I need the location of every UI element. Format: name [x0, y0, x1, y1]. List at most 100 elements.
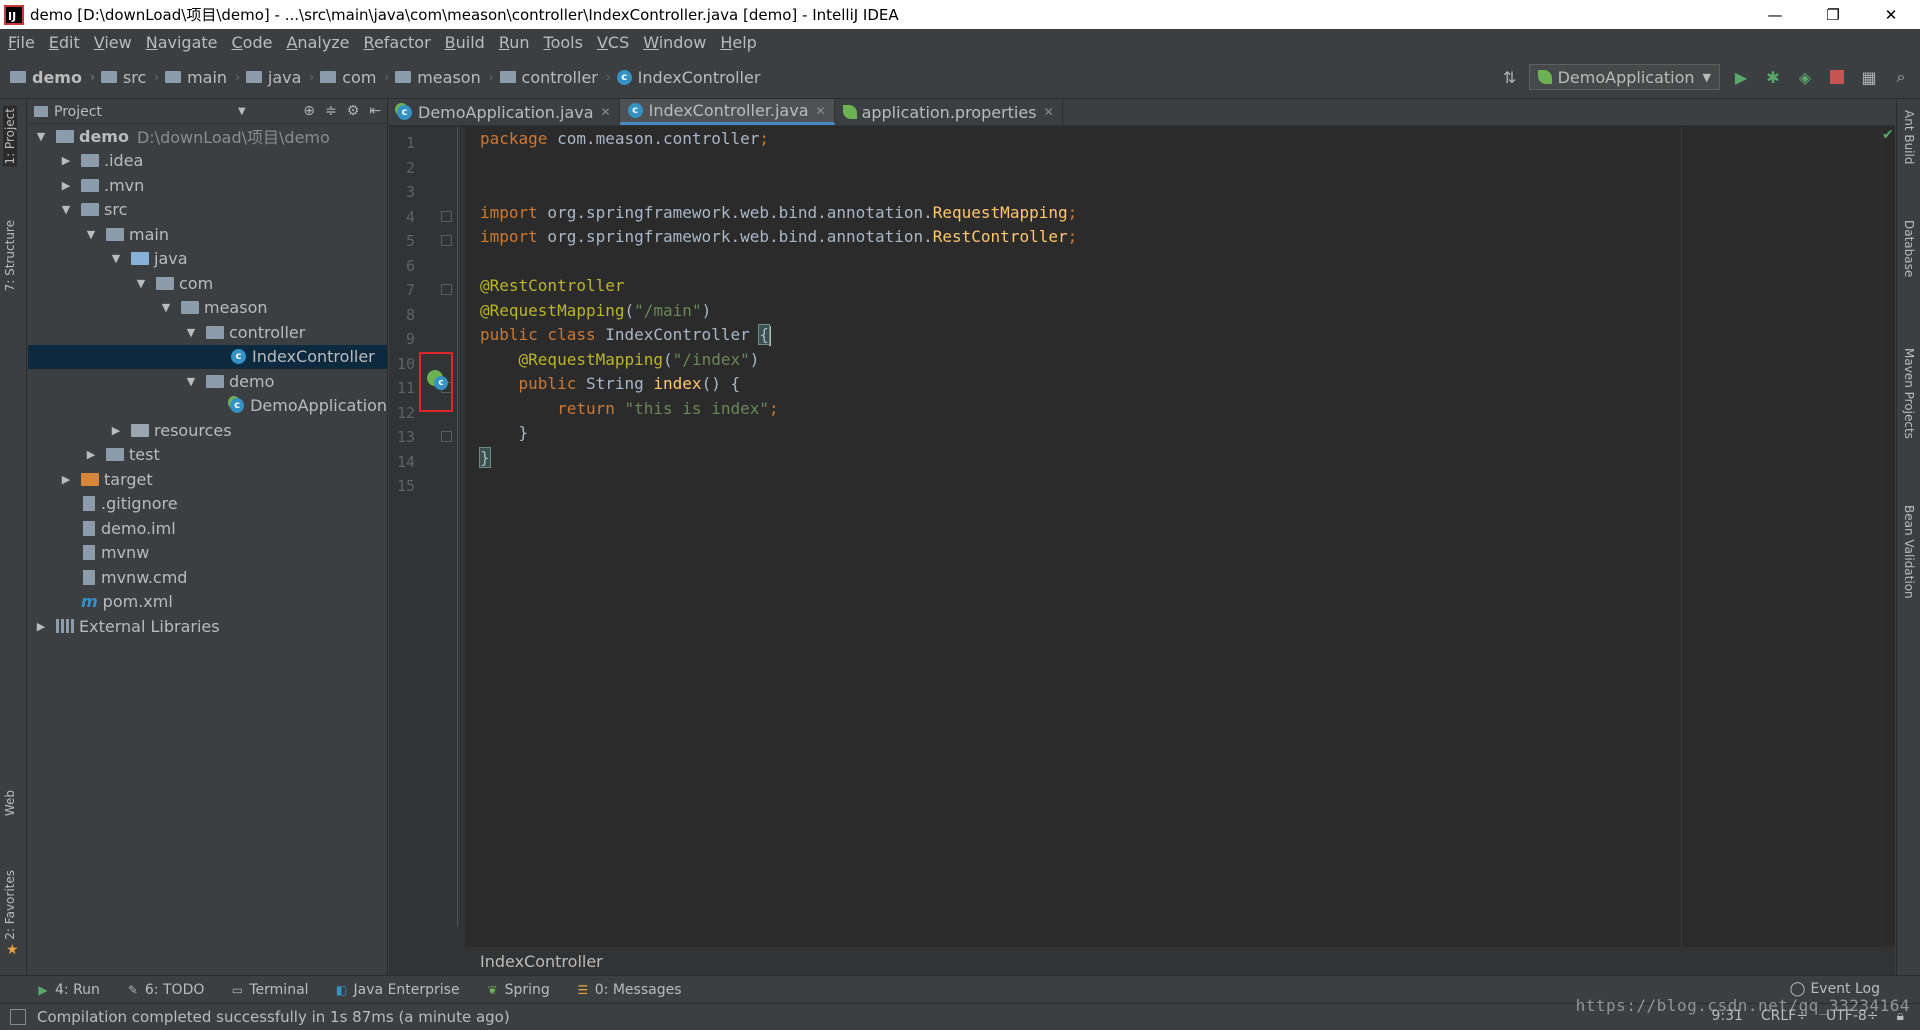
tree-item-indexcontroller[interactable]: c IndexController — [28, 344, 387, 369]
tool-tab-bean-validation[interactable]: Bean Validation — [1902, 505, 1916, 599]
tool-tab-web[interactable]: Web — [3, 790, 17, 816]
tree-item-pom-xml[interactable]: m pom.xml — [28, 590, 387, 615]
tree-item-demo[interactable]: ▼ demo D:\downLoad\项目\demo — [28, 124, 387, 149]
tree-item-idea[interactable]: ▶ .idea — [28, 149, 387, 174]
stop-icon[interactable] — [1826, 66, 1848, 88]
tree-item-gitignore[interactable]: .gitignore — [28, 492, 387, 517]
event-log-button[interactable]: ◯ Event Log — [1790, 981, 1880, 997]
close-icon[interactable]: ✕ — [601, 105, 611, 119]
menu-run[interactable]: Run — [499, 33, 530, 52]
collapsed-arrow-icon[interactable]: ▶ — [59, 473, 73, 486]
tool-window-terminal[interactable]: ▭ Terminal — [230, 982, 309, 998]
toggle-tool-windows-icon[interactable] — [10, 1009, 26, 1025]
tab-demoapplication-java[interactable]: c DemoApplication.java ✕ — [389, 99, 620, 125]
collapsed-arrow-icon[interactable]: ▶ — [109, 424, 123, 437]
tool-window-0-messages[interactable]: ☰ 0: Messages — [576, 982, 681, 998]
tree-item-java[interactable]: ▼ java — [28, 247, 387, 272]
tool-window-java-enterprise[interactable]: ◧ Java Enterprise — [335, 982, 460, 998]
tree-item-meason[interactable]: ▼ meason — [28, 296, 387, 321]
restore-button[interactable]: ❐ — [1804, 0, 1862, 29]
tree-item-mvnw[interactable]: mvnw — [28, 541, 387, 566]
tab-application-properties[interactable]: application.properties ✕ — [835, 99, 1063, 125]
debug-icon[interactable]: ✱ — [1762, 66, 1784, 88]
breadcrumb-class[interactable]: IndexController — [480, 952, 603, 971]
menu-refactor[interactable]: Refactor — [364, 33, 431, 52]
breadcrumb-main[interactable]: main › — [165, 68, 240, 87]
tool-tab-structure[interactable]: 7: Structure — [3, 220, 17, 291]
search-icon[interactable]: ⌕ — [1890, 66, 1912, 88]
tool-tab-ant-build[interactable]: Ant Build — [1902, 110, 1916, 164]
menu-code[interactable]: Code — [232, 33, 273, 52]
fold-marker-icon[interactable] — [441, 210, 452, 222]
breadcrumb-java[interactable]: java › — [245, 68, 314, 87]
tool-tab-maven-projects[interactable]: Maven Projects — [1902, 348, 1916, 439]
expanded-arrow-icon[interactable]: ▼ — [134, 277, 148, 290]
close-icon[interactable]: ✕ — [816, 104, 826, 118]
close-button[interactable]: ✕ — [1862, 0, 1920, 29]
tool-tab-database[interactable]: Database — [1902, 220, 1916, 277]
tool-window-6-todo[interactable]: ✎ 6: TODO — [126, 982, 204, 998]
tree-item-target[interactable]: ▶ target — [28, 467, 387, 492]
tree-item-resources[interactable]: ▶ resources — [28, 418, 387, 443]
collapsed-arrow-icon[interactable]: ▶ — [84, 448, 98, 461]
tree-item-mvn[interactable]: ▶ .mvn — [28, 173, 387, 198]
tree-item-demo[interactable]: ▼ demo — [28, 369, 387, 394]
tree-item-demo-iml[interactable]: demo.iml — [28, 516, 387, 541]
menu-tools[interactable]: Tools — [544, 33, 583, 52]
collapsed-arrow-icon[interactable]: ▶ — [59, 179, 73, 192]
chevron-down-icon[interactable]: ▼ — [238, 106, 246, 117]
expanded-arrow-icon[interactable]: ▼ — [159, 301, 173, 314]
expanded-arrow-icon[interactable]: ▼ — [184, 326, 198, 339]
breadcrumb-meason[interactable]: meason › — [395, 68, 494, 87]
tool-tab-favorites[interactable]: 2: Favorites — [3, 870, 17, 940]
expanded-arrow-icon[interactable]: ▼ — [34, 130, 48, 143]
menu-navigate[interactable]: Navigate — [146, 33, 218, 52]
menu-file[interactable]: File — [8, 33, 35, 52]
tree-item-controller[interactable]: ▼ controller — [28, 320, 387, 345]
tree-item-test[interactable]: ▶ test — [28, 443, 387, 468]
fold-marker-icon[interactable] — [441, 431, 452, 442]
menu-window[interactable]: Window — [643, 33, 706, 52]
run-icon[interactable]: ▶ — [1730, 66, 1752, 88]
tree-item-com[interactable]: ▼ com — [28, 271, 387, 296]
tool-tab-project[interactable]: 1: Project — [3, 106, 17, 167]
close-icon[interactable]: ✕ — [1044, 105, 1054, 119]
tree-item-mvnw-cmd[interactable]: mvnw.cmd — [28, 565, 387, 590]
breadcrumb-com[interactable]: com › — [320, 68, 389, 87]
tree-item-demoapplication[interactable]: c DemoApplication — [28, 394, 387, 419]
spring-bean-gutter-marker[interactable]: c — [419, 352, 453, 412]
minimize-button[interactable]: — — [1746, 0, 1804, 29]
tree-item-external-libraries[interactable]: ▶ External Libraries — [28, 614, 387, 639]
menu-help[interactable]: Help — [720, 33, 756, 52]
project-structure-icon[interactable]: ▦ — [1858, 66, 1880, 88]
collapsed-arrow-icon[interactable]: ▶ — [59, 154, 73, 167]
vcs-icon[interactable]: ⇅ — [1499, 66, 1521, 88]
locate-icon[interactable]: ⊕ — [303, 103, 315, 119]
menu-analyze[interactable]: Analyze — [286, 33, 349, 52]
fold-marker-icon[interactable] — [441, 284, 452, 295]
expanded-arrow-icon[interactable]: ▼ — [59, 203, 73, 216]
gear-icon[interactable]: ⚙ — [347, 103, 360, 119]
coverage-icon[interactable]: ◈ — [1794, 66, 1816, 88]
run-configuration-select[interactable]: DemoApplication ▼ — [1528, 64, 1720, 90]
hide-panel-icon[interactable]: ⇤ — [369, 103, 381, 119]
tree-item-main[interactable]: ▼ main — [28, 222, 387, 247]
menu-view[interactable]: View — [94, 33, 132, 52]
breadcrumb-src[interactable]: src › — [100, 68, 159, 87]
tool-window-spring[interactable]: ❦ Spring — [486, 982, 550, 998]
collapsed-arrow-icon[interactable]: ▶ — [34, 620, 48, 633]
expanded-arrow-icon[interactable]: ▼ — [184, 375, 198, 388]
tree-item-src[interactable]: ▼ src — [28, 198, 387, 223]
tool-window-4-run[interactable]: ▶ 4: Run — [36, 982, 100, 998]
status-message[interactable]: Compilation completed successfully in 1s… — [37, 1008, 510, 1026]
expanded-arrow-icon[interactable]: ▼ — [84, 228, 98, 241]
breadcrumb-indexcontroller[interactable]: c IndexController — [616, 68, 760, 87]
expanded-arrow-icon[interactable]: ▼ — [109, 252, 123, 265]
menu-build[interactable]: Build — [445, 33, 485, 52]
menu-vcs[interactable]: VCS — [597, 33, 629, 52]
tab-indexcontroller-java[interactable]: c IndexController.java ✕ — [619, 99, 835, 125]
error-stripe[interactable]: ✔ — [1881, 127, 1895, 947]
menu-edit[interactable]: Edit — [49, 33, 80, 52]
breadcrumb-controller[interactable]: controller › — [499, 68, 611, 87]
collapse-all-icon[interactable]: ≑ — [325, 103, 337, 119]
